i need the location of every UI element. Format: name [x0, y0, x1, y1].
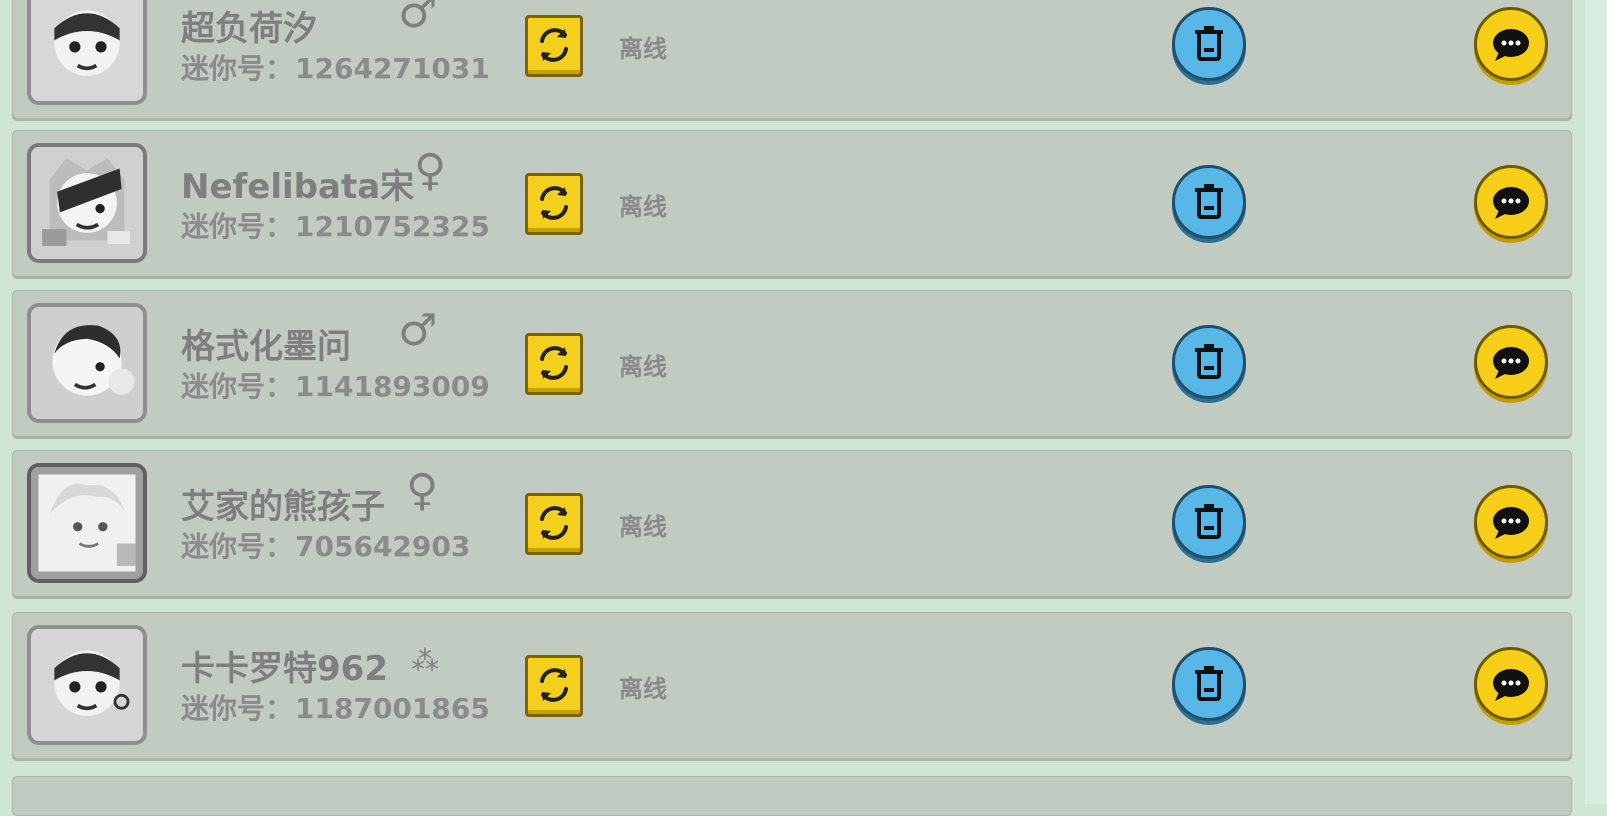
friend-row: 卡卡罗特962 ⁂ 迷你号：1187001865 离线	[12, 612, 1572, 759]
refresh-icon	[540, 668, 568, 702]
swap-button[interactable]	[525, 173, 583, 235]
avatar-image-icon	[31, 147, 143, 259]
swap-button[interactable]	[525, 15, 583, 77]
refresh-icon	[540, 186, 568, 220]
friend-name: 卡卡罗特962	[181, 649, 388, 689]
mini-id-label: 迷你号：	[181, 692, 294, 725]
trash-icon	[1195, 26, 1223, 61]
friend-row: 格式化墨问 ♂ 迷你号：1141893009 离线	[12, 290, 1572, 437]
mini-id: 迷你号：705642903	[181, 525, 470, 565]
mini-id-value: 705642903	[295, 530, 471, 563]
friend-name: 超负荷汐	[181, 9, 317, 49]
refresh-icon	[540, 506, 568, 540]
chat-button[interactable]	[1474, 165, 1548, 239]
chat-button[interactable]	[1474, 647, 1548, 721]
delete-button[interactable]	[1172, 7, 1246, 81]
female-icon: ♀	[406, 465, 439, 516]
status-text: 离线	[619, 35, 667, 63]
friend-row: 艾家的熊孩子 ♀ 迷你号：705642903 离线	[12, 450, 1572, 597]
friend-name: 艾家的熊孩子	[181, 487, 385, 527]
trash-icon	[1195, 666, 1223, 701]
chat-bubble-icon	[1493, 669, 1529, 701]
mini-id-label: 迷你号：	[181, 370, 294, 403]
mini-id: 迷你号：1141893009	[181, 365, 490, 405]
refresh-icon	[540, 28, 568, 62]
trash-icon	[1195, 344, 1223, 379]
status-text: 离线	[619, 353, 667, 381]
delete-button[interactable]	[1172, 647, 1246, 721]
refresh-icon	[540, 346, 568, 380]
delete-button[interactable]	[1172, 165, 1246, 239]
status-text: 离线	[619, 675, 667, 703]
friend-name: 格式化墨问	[181, 327, 351, 367]
avatar[interactable]	[27, 0, 147, 105]
swap-button[interactable]	[525, 493, 583, 555]
mini-id: 迷你号：1264271031	[181, 47, 490, 87]
mini-id: 迷你号：1210752325	[181, 205, 490, 245]
status-text: 离线	[619, 513, 667, 541]
friend-row-partial	[12, 776, 1572, 816]
friend-row: Nefelibata宋 ♀ 迷你号：1210752325 离线	[12, 130, 1572, 277]
chat-button[interactable]	[1474, 7, 1548, 81]
mask-icon: ⁂	[411, 644, 439, 677]
avatar-image-icon	[31, 629, 143, 741]
trash-icon	[1195, 184, 1223, 219]
avatar[interactable]	[27, 463, 147, 583]
chat-bubble-icon	[1493, 347, 1529, 379]
mini-id-value: 1210752325	[295, 210, 490, 243]
avatar[interactable]	[27, 143, 147, 263]
chat-bubble-icon	[1493, 507, 1529, 539]
mini-id-label: 迷你号：	[181, 530, 294, 563]
status-text: 离线	[619, 193, 667, 221]
scrollbar[interactable]	[1585, 0, 1607, 804]
mini-id-value: 1264271031	[295, 52, 490, 85]
mini-id-label: 迷你号：	[181, 52, 294, 85]
male-icon: ♂	[398, 305, 438, 356]
mini-id: 迷你号：1187001865	[181, 687, 490, 727]
friend-list: 超负荷汐 ♂ 迷你号：1264271031 离线 Nefelibata宋 ♀ 迷…	[0, 0, 1607, 816]
avatar-image-icon	[31, 0, 143, 101]
avatar[interactable]	[27, 625, 147, 745]
delete-button[interactable]	[1172, 325, 1246, 399]
chat-bubble-icon	[1493, 29, 1529, 61]
female-icon: ♀	[414, 145, 447, 196]
chat-bubble-icon	[1493, 187, 1529, 219]
swap-button[interactable]	[525, 655, 583, 717]
avatar-image-icon	[31, 307, 143, 419]
chat-button[interactable]	[1474, 325, 1548, 399]
avatar[interactable]	[27, 303, 147, 423]
chat-button[interactable]	[1474, 485, 1548, 559]
swap-button[interactable]	[525, 333, 583, 395]
friend-row: 超负荷汐 ♂ 迷你号：1264271031 离线	[12, 0, 1572, 119]
friend-name: Nefelibata宋	[181, 167, 415, 207]
mini-id-value: 1187001865	[295, 692, 490, 725]
avatar-image-icon	[31, 467, 143, 579]
mini-id-label: 迷你号：	[181, 210, 294, 243]
delete-button[interactable]	[1172, 485, 1246, 559]
mini-id-value: 1141893009	[295, 370, 490, 403]
male-icon: ♂	[398, 0, 438, 38]
trash-icon	[1195, 504, 1223, 539]
